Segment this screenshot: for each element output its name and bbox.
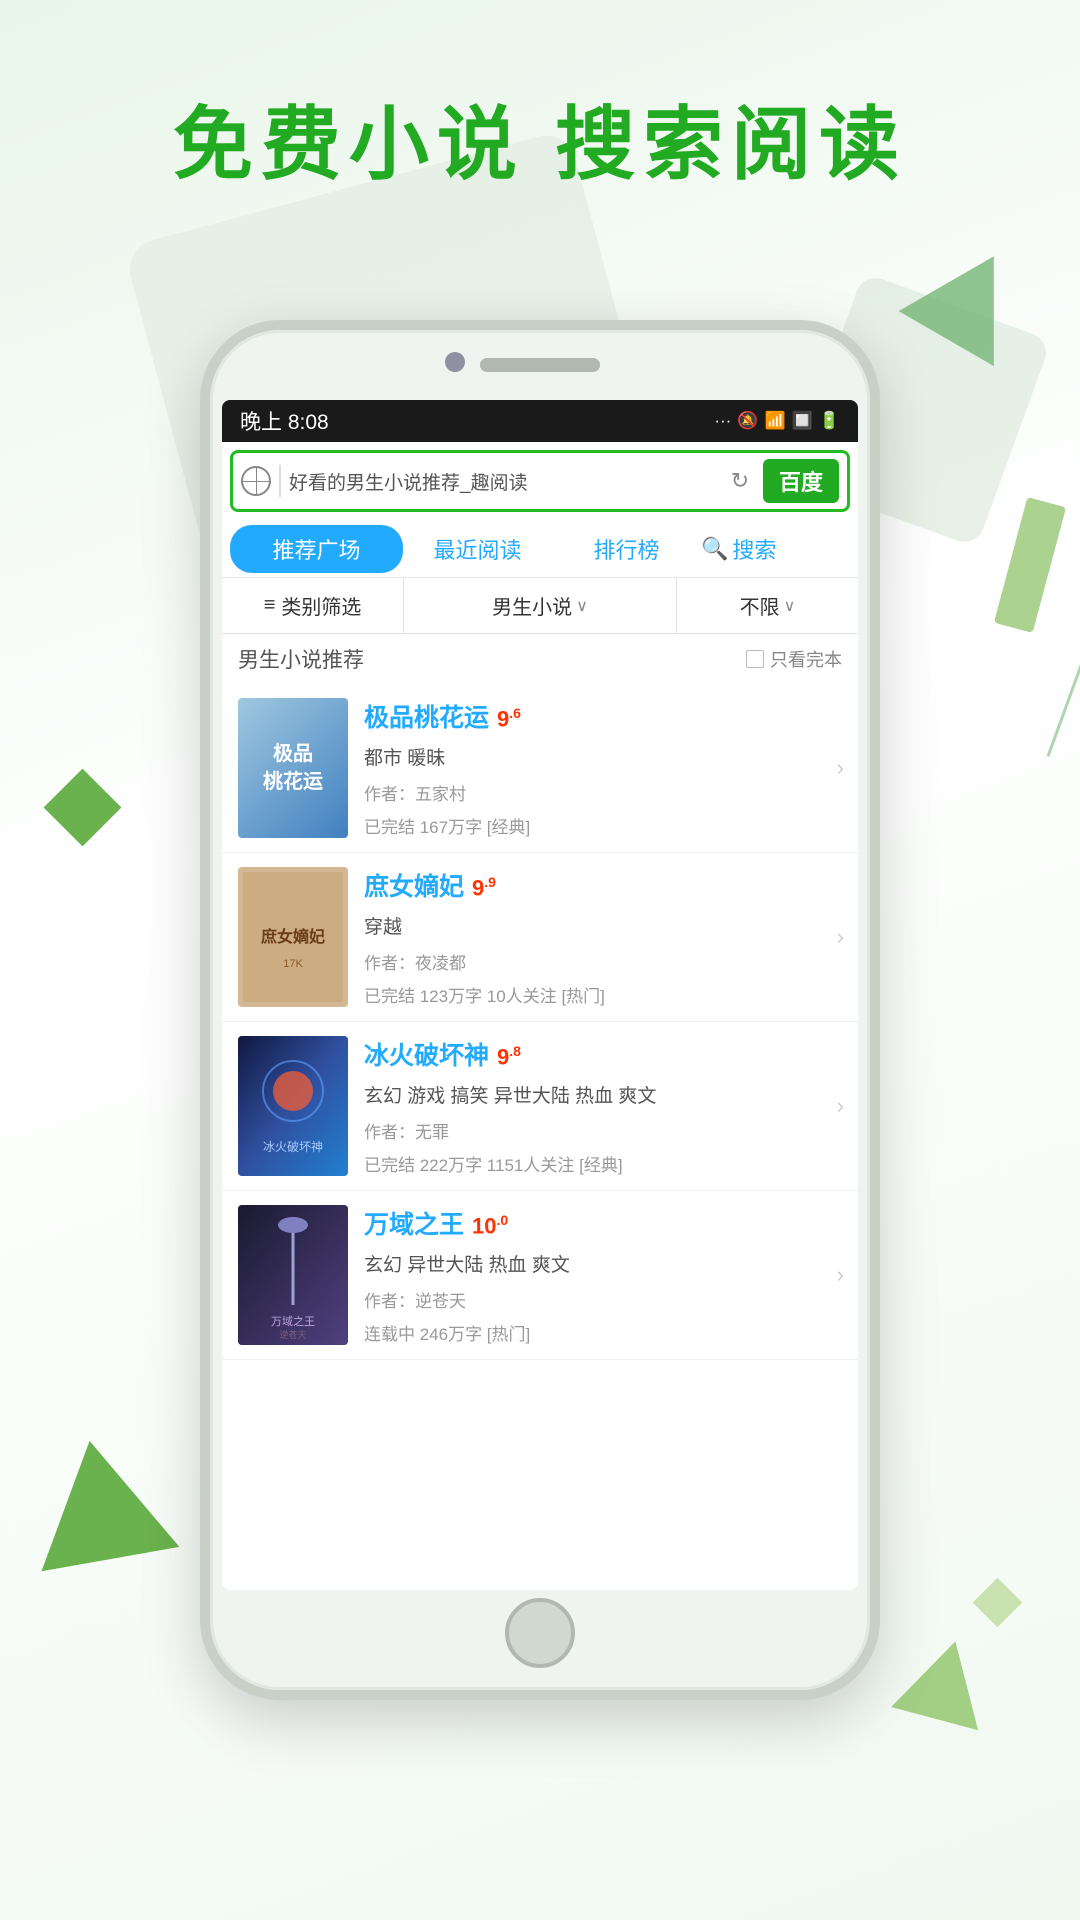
list-icon: ≡ bbox=[264, 594, 276, 617]
book-rating-4: 10.0 bbox=[472, 1212, 508, 1239]
book-author-2: 作者：夜凌都 bbox=[364, 949, 842, 974]
bg-triangle-top-right bbox=[899, 229, 1042, 366]
phone-outer: 晚上 8:08 ··· 🔕 📶 🔲 🔋 好看的男生小说推荐_趣阅读 ↻ 百度 bbox=[200, 320, 880, 1700]
book-author-3: 作者：无罪 bbox=[364, 1118, 842, 1143]
chevron-gender-icon: ∨ bbox=[576, 596, 588, 616]
book-meta-3: 已完结 222万字 1151人关注 [经典] bbox=[364, 1151, 842, 1176]
book-rating-3: 9.8 bbox=[497, 1043, 521, 1070]
tab-bar: 推荐广场 最近阅读 排行榜 🔍 搜索 bbox=[222, 520, 858, 578]
chevron-right-4: › bbox=[837, 1262, 844, 1288]
book-title-row-1: 极品桃花运 9.6 bbox=[364, 698, 842, 734]
bg-triangle-bottom-right bbox=[891, 1630, 999, 1731]
tab-recent[interactable]: 最近阅读 bbox=[403, 525, 552, 573]
hero-title: 免费小说 搜索阅读 bbox=[0, 80, 1080, 196]
book-meta-1: 已完结 167万字 [经典] bbox=[364, 813, 842, 838]
only-complete-label: 只看完本 bbox=[770, 646, 842, 672]
book-tags-3: 玄幻 游戏 搞笑 异世大陆 热血 爽文 bbox=[364, 1081, 842, 1108]
mute-icon: 🔕 bbox=[737, 411, 758, 431]
book-title-2: 庶女嫡妃 bbox=[364, 867, 464, 903]
book-item-1[interactable]: 极品桃花运 极品桃花运 9.6 都市 暖昧 作者：五家村 已完结 167万字 [… bbox=[222, 684, 858, 853]
book-info-1: 极品桃花运 9.6 都市 暖昧 作者：五家村 已完结 167万字 [经典] bbox=[364, 698, 842, 838]
chevron-limit-icon: ∨ bbox=[784, 596, 796, 616]
book-cover-3: 冰火破坏神 bbox=[238, 1036, 348, 1176]
bg-triangle-bottom-left bbox=[21, 1429, 180, 1571]
filter-category[interactable]: ≡ 类别筛选 bbox=[222, 578, 404, 633]
status-bar: 晚上 8:08 ··· 🔕 📶 🔲 🔋 bbox=[222, 400, 858, 442]
browser-url[interactable]: 好看的男生小说推荐_趣阅读 bbox=[289, 468, 717, 495]
book-item-3[interactable]: 冰火破坏神 冰火破坏神 9.8 玄幻 游戏 搞笑 异世大陆 热血 爽文 作者：无… bbox=[222, 1022, 858, 1191]
book-item-4[interactable]: 万域之王 逆苍天 万域之王 10.0 玄幻 异世大陆 热血 爽文 作者：逆苍天 … bbox=[222, 1191, 858, 1360]
book-tags-4: 玄幻 异世大陆 热血 爽文 bbox=[364, 1250, 842, 1277]
book-info-2: 庶女嫡妃 9.9 穿越 作者：夜凌都 已完结 123万字 10人关注 [热门] bbox=[364, 867, 842, 1007]
book-rating-2: 9.9 bbox=[472, 874, 496, 901]
tab-search[interactable]: 🔍 搜索 bbox=[701, 525, 850, 573]
bg-bar-right bbox=[994, 497, 1066, 633]
book-author-1: 作者：五家村 bbox=[364, 780, 842, 805]
baidu-button[interactable]: 百度 bbox=[763, 459, 839, 503]
phone-home-button[interactable] bbox=[505, 1598, 575, 1668]
book-author-4: 作者：逆苍天 bbox=[364, 1287, 842, 1312]
svg-text:万域之王: 万域之王 bbox=[271, 1314, 315, 1328]
book-cover-2: 庶女嫡妃 17K bbox=[238, 867, 348, 1007]
book-info-4: 万域之王 10.0 玄幻 异世大陆 热血 爽文 作者：逆苍天 连载中 246万字… bbox=[364, 1205, 842, 1345]
svg-text:17K: 17K bbox=[283, 958, 303, 970]
filter-gender[interactable]: 男生小说 ∨ bbox=[404, 578, 677, 633]
svg-text:庶女嫡妃: 庶女嫡妃 bbox=[261, 927, 325, 946]
tab-ranking[interactable]: 排行榜 bbox=[552, 525, 701, 573]
tab-recommend[interactable]: 推荐广场 bbox=[230, 525, 403, 573]
section-title: 男生小说推荐 bbox=[238, 644, 364, 674]
globe-icon bbox=[241, 466, 271, 496]
filter-limit[interactable]: 不限 ∨ bbox=[677, 578, 858, 633]
phone-screen: 晚上 8:08 ··· 🔕 📶 🔲 🔋 好看的男生小说推荐_趣阅读 ↻ 百度 bbox=[222, 400, 858, 1590]
search-icon: 🔍 bbox=[701, 536, 728, 562]
book-title-4: 万域之王 bbox=[364, 1205, 464, 1241]
tab-search-label: 搜索 bbox=[732, 533, 776, 565]
book-item-2[interactable]: 庶女嫡妃 17K 庶女嫡妃 9.9 穿越 作者：夜凌都 已完结 123万字 10… bbox=[222, 853, 858, 1022]
bg-line-right bbox=[1047, 643, 1080, 757]
book-title-1: 极品桃花运 bbox=[364, 698, 489, 734]
book-rating-1: 9.6 bbox=[497, 705, 521, 732]
bg-diamond-bottom bbox=[973, 1578, 1022, 1627]
phone-mockup: 晚上 8:08 ··· 🔕 📶 🔲 🔋 好看的男生小说推荐_趣阅读 ↻ 百度 bbox=[200, 320, 880, 1700]
limit-label: 不限 bbox=[740, 591, 780, 620]
book-list: 极品桃花运 极品桃花运 9.6 都市 暖昧 作者：五家村 已完结 167万字 [… bbox=[222, 684, 858, 1360]
book-tags-2: 穿越 bbox=[364, 912, 842, 939]
book-meta-4: 连载中 246万字 [热门] bbox=[364, 1320, 842, 1345]
only-complete-filter[interactable]: 只看完本 bbox=[746, 646, 842, 672]
battery-icon: 🔋 bbox=[819, 411, 840, 431]
section-header: 男生小说推荐 只看完本 bbox=[222, 634, 858, 684]
chevron-right-1: › bbox=[837, 755, 844, 781]
book-info-3: 冰火破坏神 9.8 玄幻 游戏 搞笑 异世大陆 热血 爽文 作者：无罪 已完结 … bbox=[364, 1036, 842, 1176]
status-icons: ··· 🔕 📶 🔲 🔋 bbox=[714, 411, 840, 431]
browser-divider bbox=[279, 465, 281, 497]
svg-text:冰火破坏神: 冰火破坏神 bbox=[263, 1139, 323, 1154]
only-complete-checkbox[interactable] bbox=[746, 650, 764, 668]
bg-square-left bbox=[44, 769, 122, 847]
refresh-icon[interactable]: ↻ bbox=[723, 464, 757, 498]
book-tags-1: 都市 暖昧 bbox=[364, 743, 842, 770]
book-title-row-4: 万域之王 10.0 bbox=[364, 1205, 842, 1241]
book-title-3: 冰火破坏神 bbox=[364, 1036, 489, 1072]
book-title-row-2: 庶女嫡妃 9.9 bbox=[364, 867, 842, 903]
book-meta-2: 已完结 123万字 10人关注 [热门] bbox=[364, 982, 842, 1007]
chevron-right-2: › bbox=[837, 924, 844, 950]
phone-camera bbox=[445, 352, 465, 372]
svg-text:逆苍天: 逆苍天 bbox=[279, 1329, 306, 1340]
phone-speaker bbox=[480, 358, 600, 372]
book-cover-1: 极品桃花运 bbox=[238, 698, 348, 838]
book-cover-4: 万域之王 逆苍天 bbox=[238, 1205, 348, 1345]
category-label: 类别筛选 bbox=[281, 591, 361, 620]
book-title-row-3: 冰火破坏神 9.8 bbox=[364, 1036, 842, 1072]
chevron-right-3: › bbox=[837, 1093, 844, 1119]
sim-icon: 🔲 bbox=[792, 411, 813, 431]
gender-label: 男生小说 bbox=[492, 591, 572, 620]
browser-bar[interactable]: 好看的男生小说推荐_趣阅读 ↻ 百度 bbox=[230, 450, 850, 512]
filter-bar: ≡ 类别筛选 男生小说 ∨ 不限 ∨ bbox=[222, 578, 858, 634]
wifi-icon: 📶 bbox=[764, 411, 785, 431]
signal-icon: ··· bbox=[714, 411, 731, 431]
status-time: 晚上 8:08 bbox=[240, 406, 329, 436]
